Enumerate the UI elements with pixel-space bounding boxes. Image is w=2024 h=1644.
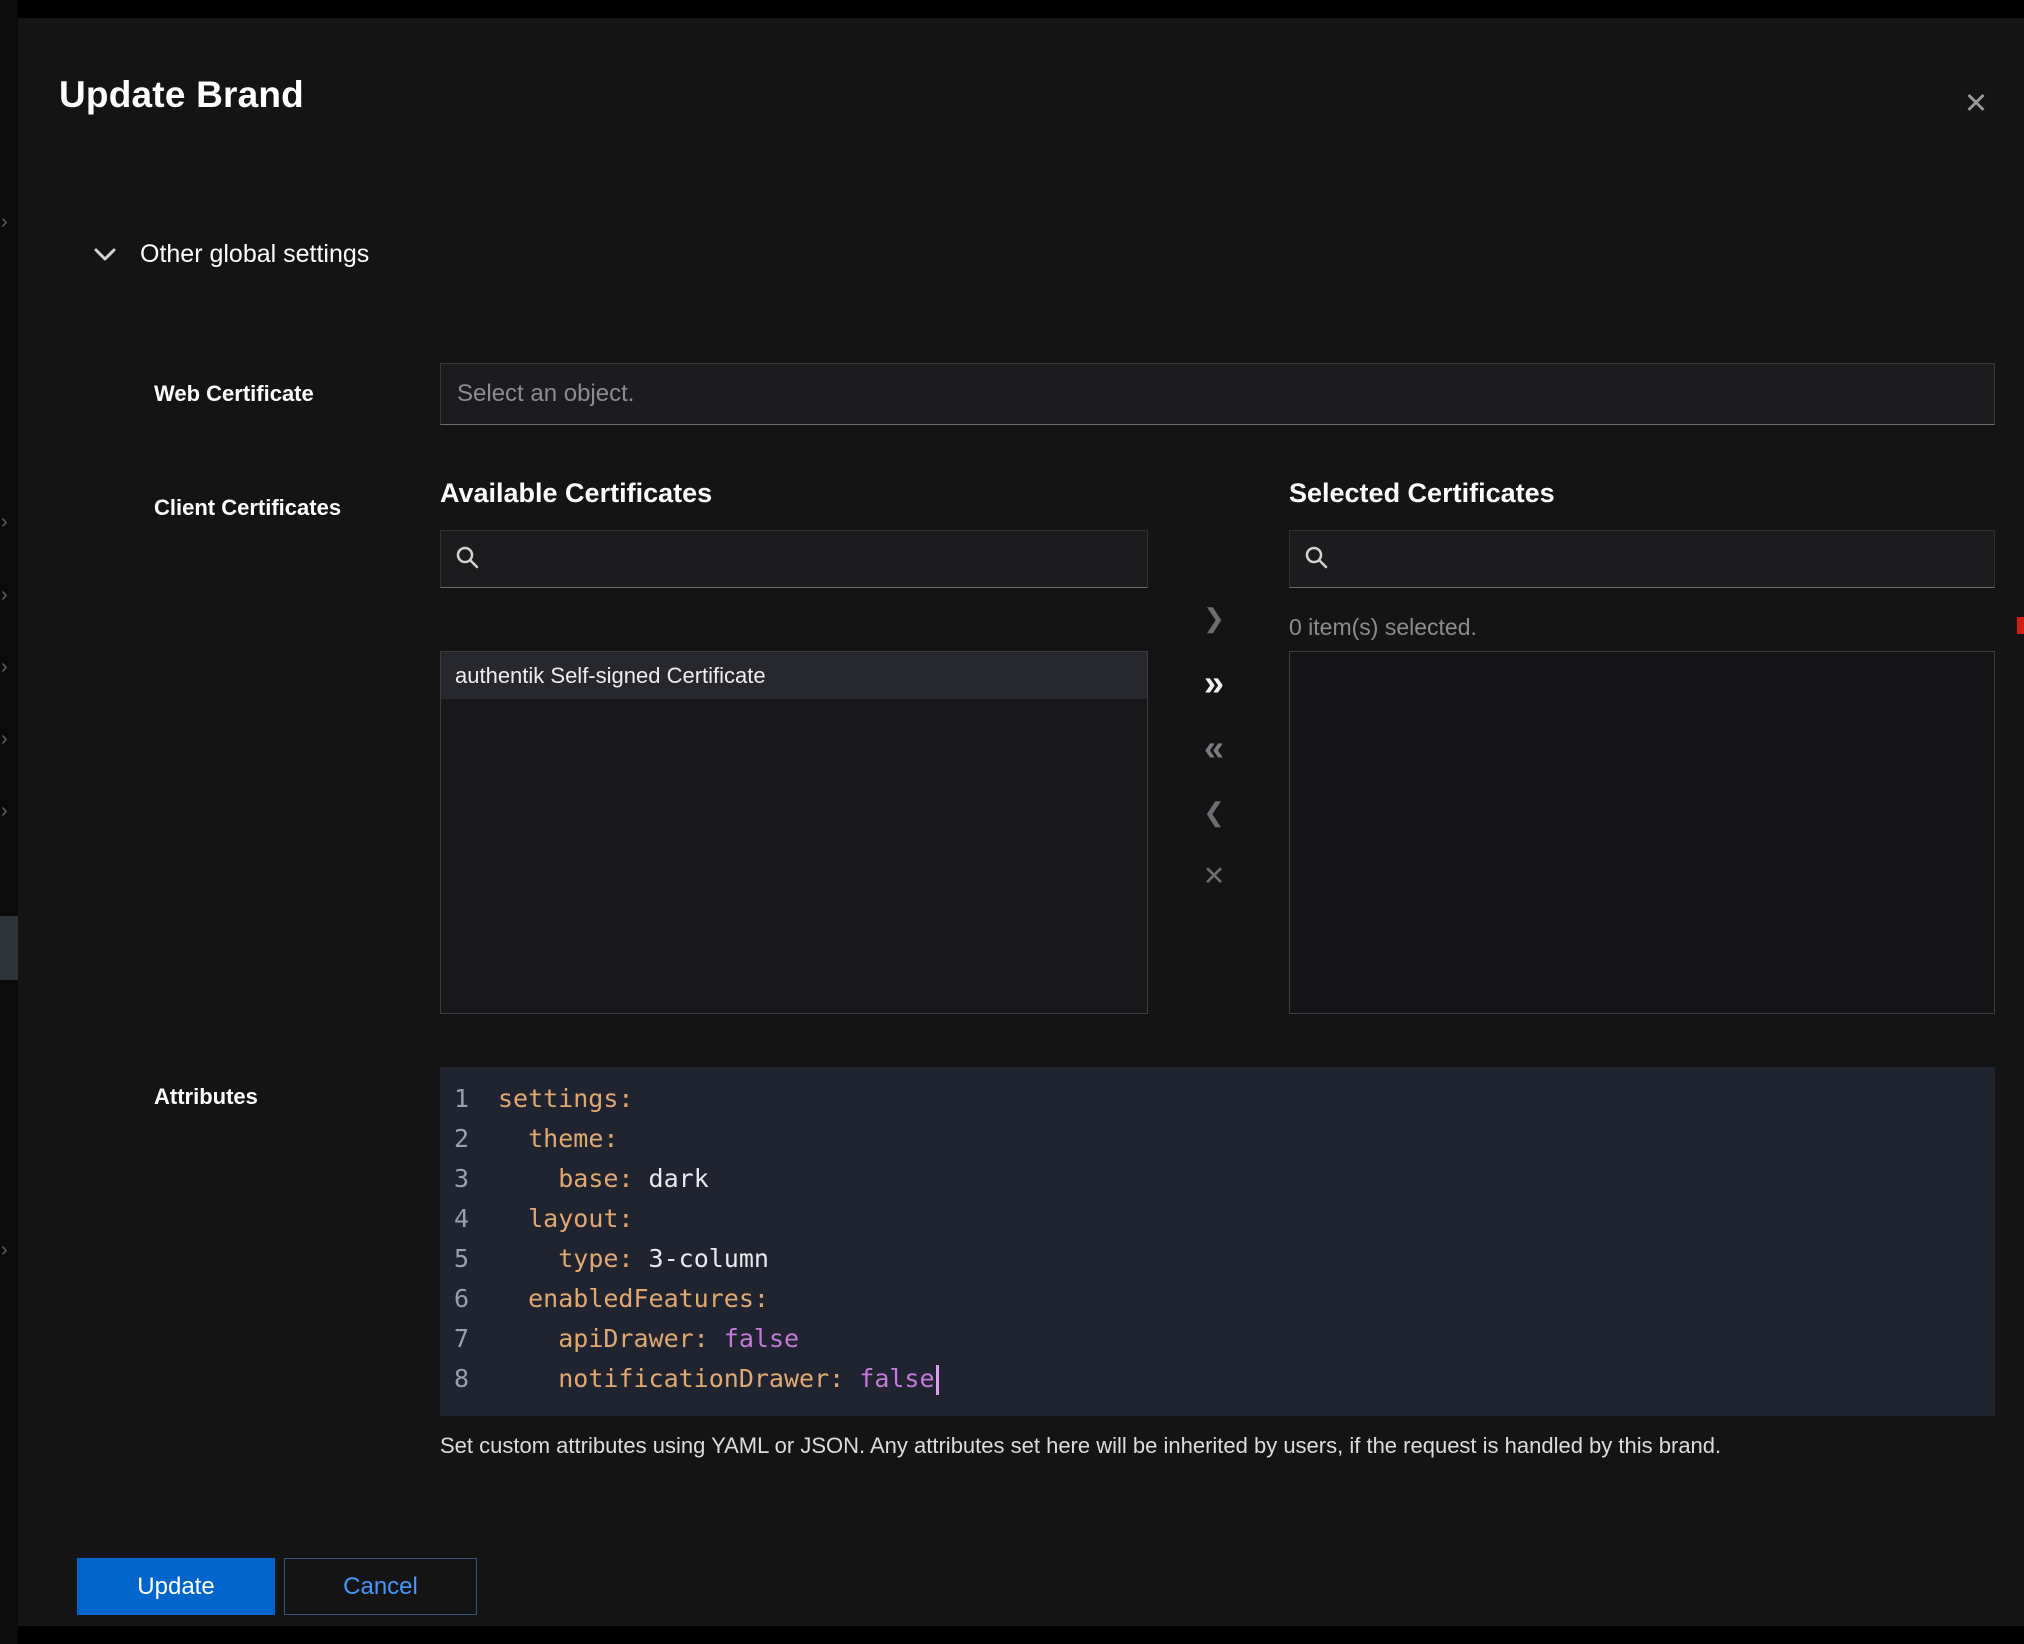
close-icon[interactable]: ✕: [1956, 84, 1996, 124]
section-toggle-other-global-settings[interactable]: Other global settings: [94, 240, 369, 269]
attributes-code-editor[interactable]: 1settings:2 theme:3 base: dark4 layout:5…: [440, 1067, 1995, 1416]
delete-selection-button[interactable]: ✕: [1186, 854, 1242, 898]
code-line: 1settings:: [454, 1079, 1995, 1119]
code-line: 8 notificationDrawer: false: [454, 1359, 1995, 1399]
sidebar-chevron-icon: ›: [1, 585, 8, 605]
chevron-down-icon: [94, 248, 116, 262]
remove-selected-button[interactable]: ❮: [1186, 790, 1242, 834]
selected-certificates-title: Selected Certificates: [1289, 478, 1555, 509]
selected-search-input[interactable]: [1338, 546, 1980, 573]
search-icon: [455, 545, 479, 574]
modal-title: Update Brand: [59, 74, 304, 116]
sidebar-chevron-icon: ›: [1, 1240, 8, 1260]
available-certificates-list[interactable]: authentik Self-signed Certificate: [440, 651, 1148, 1014]
selected-count: 0 item(s) selected.: [1289, 614, 1477, 641]
sidebar-chevron-icon: ›: [1, 657, 8, 677]
sidebar-chevron-icon: ›: [1, 512, 8, 532]
code-line: 6 enabledFeatures:: [454, 1279, 1995, 1319]
code-line: 2 theme:: [454, 1119, 1995, 1159]
selected-certificates-list[interactable]: [1289, 651, 1995, 1014]
section-label: Other global settings: [140, 240, 369, 269]
cancel-button[interactable]: Cancel: [284, 1558, 477, 1615]
web-certificate-select[interactable]: [440, 363, 1995, 425]
code-line: 3 base: dark: [454, 1159, 1995, 1199]
sidebar-sliver: › › › › › › ›: [0, 0, 18, 1644]
sidebar-active-item-sliver: [0, 916, 18, 980]
notification-sliver: [2017, 617, 2024, 634]
available-search-input[interactable]: [489, 546, 1133, 573]
client-certificates-label: Client Certificates: [154, 495, 341, 521]
search-icon: [1304, 545, 1328, 574]
code-line: 7 apiDrawer: false: [454, 1319, 1995, 1359]
available-certificates-title: Available Certificates: [440, 478, 712, 509]
available-search: [440, 530, 1148, 588]
sidebar-chevron-icon: ›: [1, 212, 8, 232]
remove-all-button[interactable]: «: [1186, 726, 1242, 770]
update-brand-modal: Update Brand ✕ Other global settings Web…: [18, 18, 2024, 1626]
sidebar-chevron-icon: ›: [1, 801, 8, 821]
attributes-label: Attributes: [154, 1084, 258, 1110]
available-certificate-item[interactable]: authentik Self-signed Certificate: [441, 652, 1147, 699]
attributes-help-text: Set custom attributes using YAML or JSON…: [440, 1433, 1970, 1459]
add-all-button[interactable]: »: [1186, 661, 1242, 705]
code-line: 4 layout:: [454, 1199, 1995, 1239]
code-line: 5 type: 3-column: [454, 1239, 1995, 1279]
sidebar-chevron-icon: ›: [1, 729, 8, 749]
web-certificate-label: Web Certificate: [154, 381, 314, 407]
selected-search: [1289, 530, 1995, 588]
app-background: › › › › › › › Update Brand ✕ Other globa…: [0, 0, 2024, 1644]
add-selected-button[interactable]: ❯: [1186, 596, 1242, 640]
update-button[interactable]: Update: [77, 1558, 275, 1615]
